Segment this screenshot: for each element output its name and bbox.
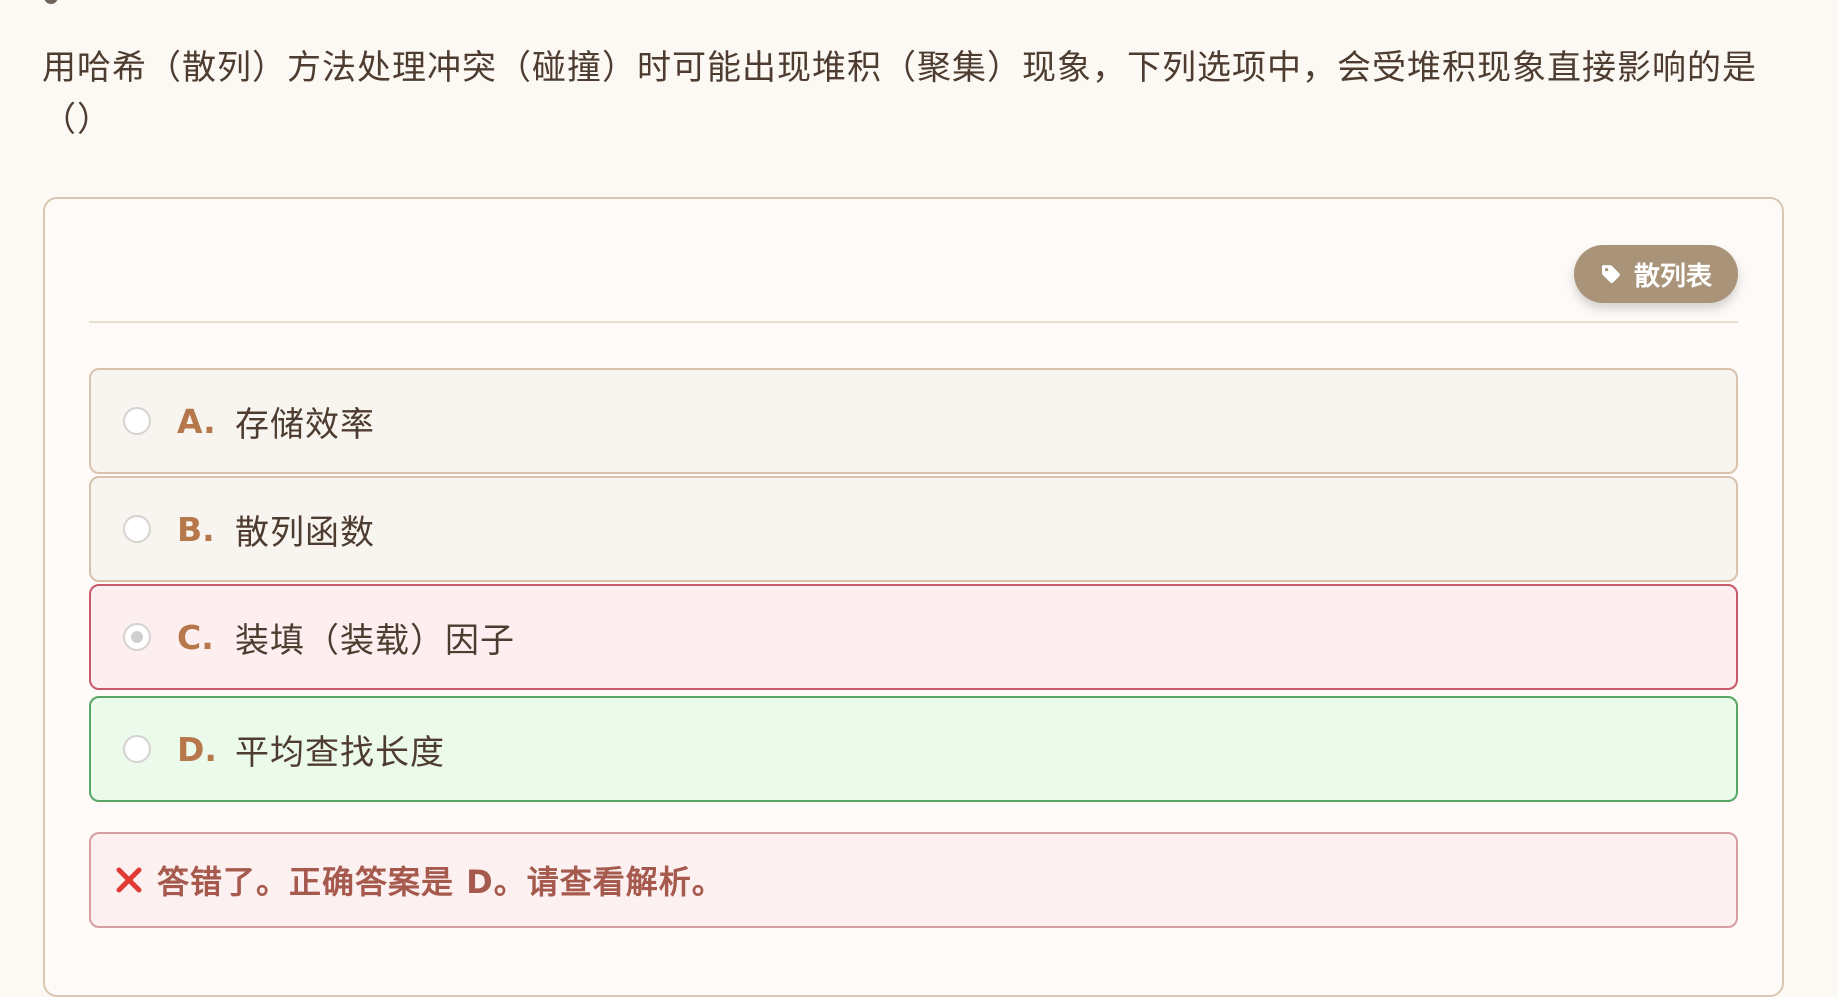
option-b-letter: B.: [177, 509, 215, 549]
option-c-radio[interactable]: [123, 623, 151, 651]
option-d-radio[interactable]: [123, 735, 151, 763]
option-b-text: 散列函数: [235, 512, 375, 553]
question-card: 散列表 A. 存储效率 B. 散列函数 C. 装填（装载）因子 D. 平均查找长…: [43, 197, 1784, 997]
feedback-text: 答错了。正确答案是 D。请查看解析。: [157, 863, 725, 901]
answer-feedback: 答错了。正确答案是 D。请查看解析。: [89, 832, 1738, 928]
option-d-text: 平均查找长度: [235, 732, 445, 773]
option-b[interactable]: B. 散列函数: [89, 476, 1738, 582]
header-divider: [89, 321, 1738, 323]
option-c-text: 装填（装载）因子: [235, 620, 515, 661]
option-a[interactable]: A. 存储效率: [89, 368, 1738, 474]
option-b-radio[interactable]: [123, 515, 151, 543]
option-d[interactable]: D. 平均查找长度: [89, 696, 1738, 802]
option-c[interactable]: C. 装填（装载）因子: [89, 584, 1738, 690]
option-a-radio[interactable]: [123, 407, 151, 435]
option-a-letter: A.: [177, 401, 216, 441]
question-text: 用哈希（散列）方法处理冲突（碰撞）时可能出现堆积（聚集）现象，下列选项中，会受堆…: [42, 48, 1757, 140]
option-a-text: 存储效率: [235, 404, 375, 445]
top-partial-icon: [44, 0, 58, 4]
option-c-letter: C.: [177, 617, 214, 657]
close-icon: [111, 862, 147, 898]
option-d-letter: D.: [177, 729, 217, 769]
tag-chip[interactable]: 散列表: [1573, 245, 1738, 303]
tag-icon: [1598, 261, 1624, 287]
options-list: A. 存储效率 B. 散列函数 C. 装填（装载）因子 D. 平均查找长度: [89, 368, 1738, 804]
tag-label: 散列表: [1633, 261, 1712, 292]
